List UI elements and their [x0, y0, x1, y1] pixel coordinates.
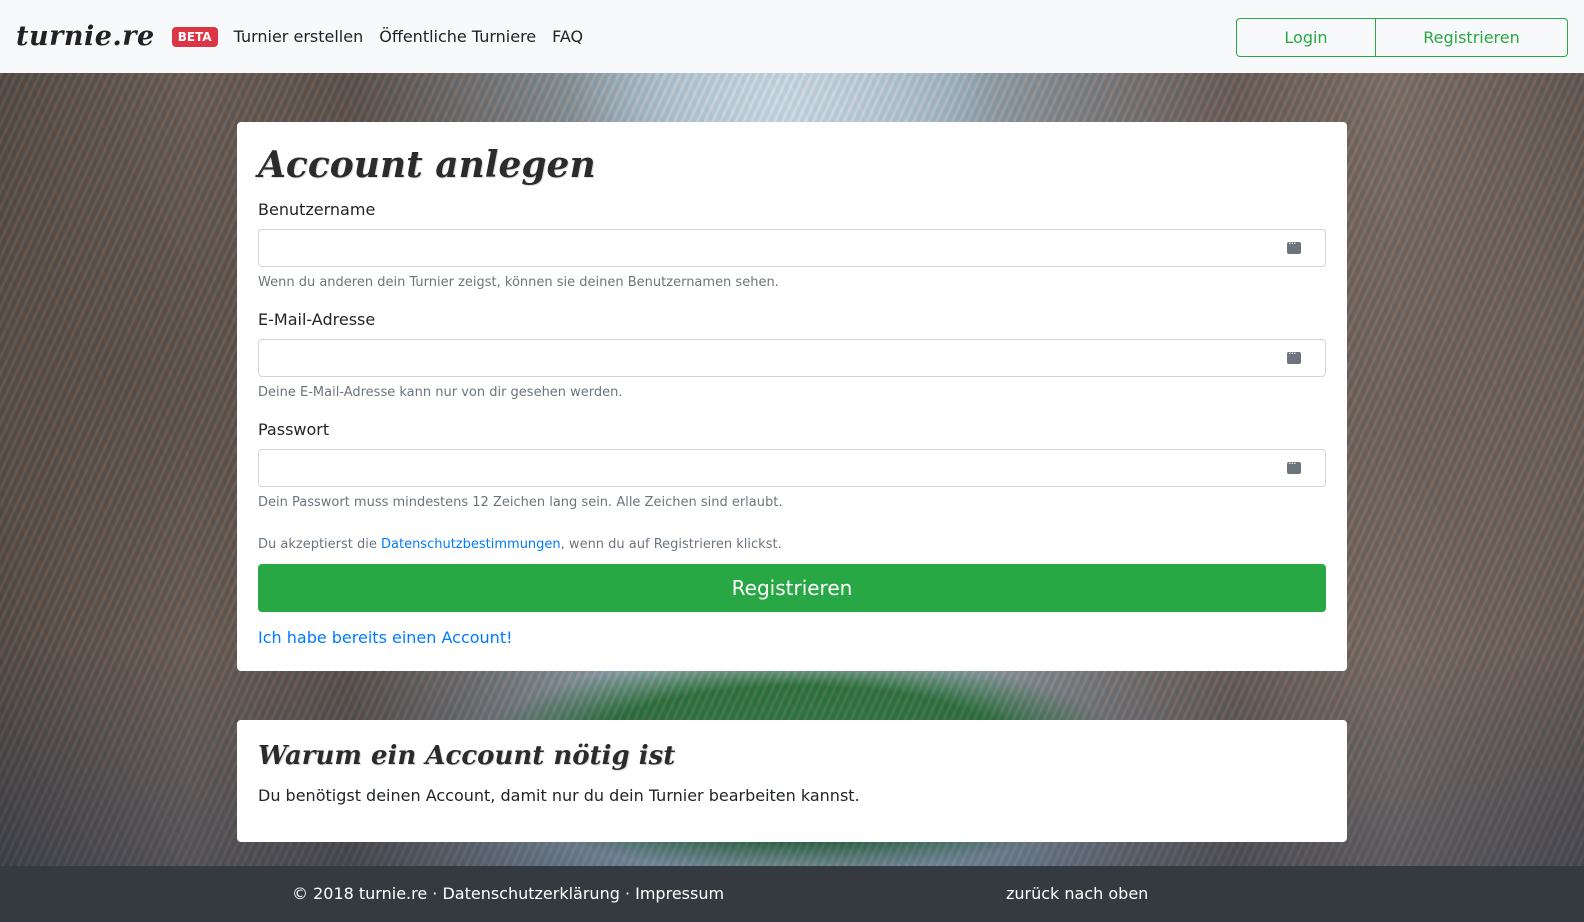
info-card: Warum ein Account nötig ist Du benötigst…	[237, 720, 1347, 842]
register-nav-button[interactable]: Registrieren	[1376, 19, 1567, 56]
email-label: E-Mail-Adresse	[258, 310, 376, 329]
username-field[interactable]	[258, 229, 1326, 267]
email-group: E-Mail-Adresse Deine E-Mail-Adresse kann…	[258, 308, 1326, 402]
register-card: Account anlegen Benutzername Wenn du and…	[237, 122, 1347, 671]
autofill-icon[interactable]	[1287, 347, 1301, 364]
info-text: Du benötigst deinen Account, damit nur d…	[258, 786, 860, 805]
brand-logo[interactable]: turnie.re	[16, 21, 155, 52]
email-field[interactable]	[258, 339, 1326, 377]
auth-button-group: Login Registrieren	[1236, 18, 1568, 57]
consent-prefix: Du akzeptierst die	[258, 537, 381, 552]
password-help: Dein Passwort muss mindestens 12 Zeichen…	[258, 495, 783, 510]
password-label: Passwort	[258, 420, 330, 439]
nav-link-create-tournament[interactable]: Turnier erstellen	[234, 27, 364, 46]
username-input[interactable]	[259, 230, 1325, 266]
password-input[interactable]	[259, 450, 1325, 486]
footer: © 2018 turnie.re · Datenschutzerklärung …	[0, 866, 1584, 922]
username-help: Wenn du anderen dein Turnier zeigst, kön…	[258, 275, 779, 290]
privacy-consent-text: Du akzeptierst die Datenschutzbestimmung…	[258, 536, 1326, 554]
nav-link-faq[interactable]: FAQ	[552, 27, 583, 46]
info-title: Warum ein Account nötig ist	[258, 741, 676, 771]
page-title: Account anlegen	[258, 144, 596, 186]
consent-suffix: , wenn du auf Registrieren klickst.	[560, 537, 782, 552]
privacy-policy-link[interactable]: Datenschutzbestimmungen	[381, 537, 561, 552]
beta-badge: BETA	[171, 26, 218, 47]
username-group: Benutzername Wenn du anderen dein Turnie…	[258, 198, 1326, 292]
nav-link-public-tournaments[interactable]: Öffentliche Turniere	[379, 27, 536, 46]
autofill-icon[interactable]	[1287, 457, 1301, 474]
email-help: Deine E-Mail-Adresse kann nur von dir ge…	[258, 385, 623, 400]
have-account-link[interactable]: Ich habe bereits einen Account!	[258, 628, 1326, 647]
autofill-icon[interactable]	[1287, 237, 1301, 254]
back-to-top-link[interactable]: zurück nach oben	[1006, 884, 1148, 903]
password-field[interactable]	[258, 449, 1326, 487]
username-label: Benutzername	[258, 200, 376, 219]
password-group: Passwort Dein Passwort muss mindestens 1…	[258, 418, 1326, 512]
email-input[interactable]	[259, 340, 1325, 376]
navbar: turnie.re BETA Turnier erstellen Öffentl…	[0, 0, 1584, 73]
register-submit-button[interactable]: Registrieren	[258, 564, 1326, 612]
login-button[interactable]: Login	[1237, 19, 1376, 56]
footer-copyright-links[interactable]: © 2018 turnie.re · Datenschutzerklärung …	[292, 884, 724, 903]
